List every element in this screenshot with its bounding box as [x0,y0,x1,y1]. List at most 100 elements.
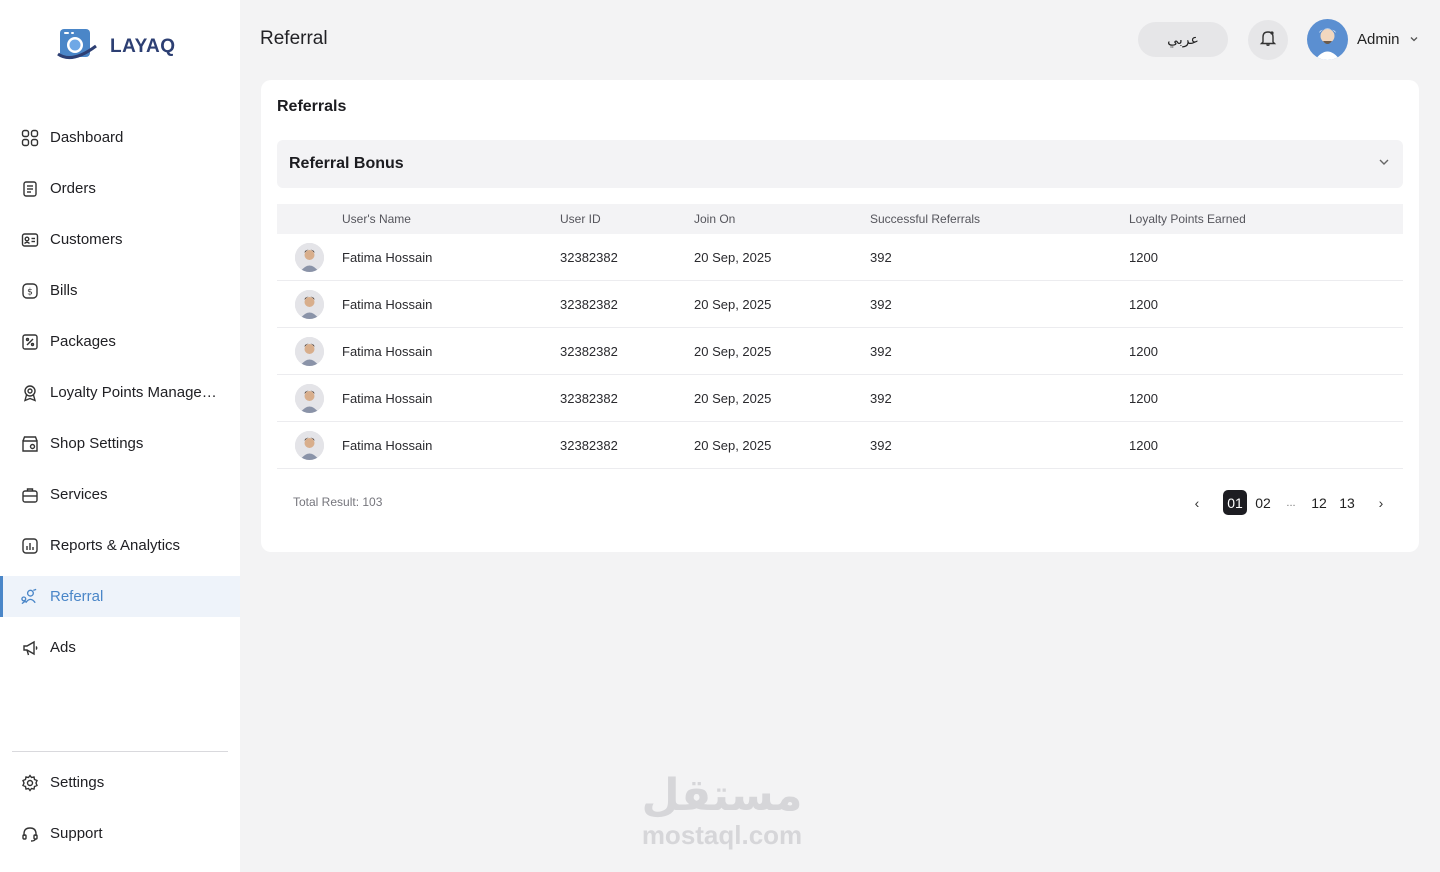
user-name-cell: Fatima Hossain [342,390,433,406]
sidebar-item-label: Orders [50,180,96,197]
user-name-cell: Fatima Hossain [342,249,433,265]
sidebar-item-packages[interactable]: Packages [0,321,240,362]
points-cell: 1200 [1129,343,1158,359]
column-header: Successful Referrals [870,212,981,226]
table-row[interactable]: Fatima Hossain 32382382 20 Sep, 2025 392… [277,375,1403,422]
join-date-cell: 20 Sep, 2025 [694,390,772,406]
headset-icon [20,824,39,843]
page-button-active[interactable]: 01 [1223,490,1247,515]
avatar [295,430,324,460]
sidebar-item-orders[interactable]: Orders [0,168,240,209]
sidebar-item-label: Customers [50,231,123,248]
brand-name: LAYAQ [110,35,176,57]
points-cell: 1200 [1129,296,1158,312]
user-menu[interactable]: Admin [1307,19,1419,60]
user-name-cell: Fatima Hossain [342,296,433,312]
avatar-cell [277,430,342,460]
sidebar-item-support[interactable]: Support [0,813,240,854]
sidebar-item-label: Settings [50,774,105,791]
sidebar-item-referral[interactable]: Referral [0,576,240,617]
avatar-cell [277,336,342,366]
referrals-card: Referrals Referral Bonus User's Name Use… [261,80,1419,552]
sidebar-item-loyalty-points[interactable]: Loyalty Points Management [0,372,240,413]
avatar [295,383,324,413]
sidebar-item-label: Reports & Analytics [50,537,181,554]
sidebar-item-dashboard[interactable]: Dashboard [0,117,240,158]
card-title: Referrals [277,98,347,115]
table-row[interactable]: Fatima Hossain 32382382 20 Sep, 2025 392… [277,281,1403,328]
join-date-cell: 20 Sep, 2025 [694,343,772,359]
prev-page-button[interactable]: ‹ [1185,490,1209,515]
watermark: مستقل mostaql.com [632,770,812,848]
sidebar-item-bills[interactable]: $ Bills [0,270,240,311]
reports-icon [20,536,39,555]
sidebar: LAYAQ Dashboard Orders Customers $ Bills… [0,0,240,872]
avatar-cell [277,289,342,319]
avatar [1307,19,1348,60]
packages-icon [20,332,39,351]
points-cell: 1200 [1129,249,1158,265]
sidebar-nav: Dashboard Orders Customers $ Bills Packa… [0,117,240,678]
column-header: Loyalty Points Earned [1129,212,1246,226]
user-id-cell: 32382382 [560,437,618,453]
user-name: Admin [1357,31,1400,48]
referrals-cell: 392 [870,296,892,312]
avatar-cell [277,383,342,413]
bell-icon [1259,29,1277,52]
dashboard-icon [20,128,39,147]
table-row[interactable]: Fatima Hossain 32382382 20 Sep, 2025 392… [277,234,1403,281]
language-toggle-button[interactable]: عربي [1138,22,1228,57]
notifications-button[interactable] [1248,20,1288,60]
next-page-button[interactable]: › [1369,490,1393,515]
referrals-cell: 392 [870,343,892,359]
pagination: ‹ 01 02 ... 12 13 › [1181,490,1393,515]
column-header: User ID [560,212,601,226]
sidebar-item-label: Services [50,486,108,503]
total-result: Total Result: 103 [293,495,383,509]
page-title: Referral [260,28,328,49]
pager-spacer [1213,490,1219,515]
logo[interactable]: LAYAQ [56,26,176,67]
sidebar-item-services[interactable]: Services [0,474,240,515]
megaphone-icon [20,638,39,657]
points-cell: 1200 [1129,437,1158,453]
page-button[interactable]: 13 [1335,490,1359,515]
sidebar-item-shop-settings[interactable]: Shop Settings [0,423,240,464]
page-button[interactable]: 12 [1307,490,1331,515]
page-button[interactable]: 02 [1251,490,1275,515]
referrals-cell: 392 [870,390,892,406]
referral-bonus-accordion[interactable]: Referral Bonus [277,140,1403,188]
sidebar-item-label: Packages [50,333,116,350]
sidebar-divider [12,751,228,752]
column-header: Join On [694,212,736,226]
referrals-cell: 392 [870,249,892,265]
sidebar-item-customers[interactable]: Customers [0,219,240,260]
sidebar-item-reports[interactable]: Reports & Analytics [0,525,240,566]
gear-icon [20,773,39,792]
sidebar-item-label: Ads [50,639,76,656]
referrals-table: User's Name User ID Join On Successful R… [277,204,1403,469]
column-header: User's Name [342,212,411,226]
watermark-arabic: مستقل [641,770,803,821]
table-row[interactable]: Fatima Hossain 32382382 20 Sep, 2025 392… [277,422,1403,469]
shop-icon [20,434,39,453]
referral-icon [20,587,39,606]
avatar [295,336,324,366]
user-name-cell: Fatima Hossain [342,437,433,453]
points-cell: 1200 [1129,390,1158,406]
table-row[interactable]: Fatima Hossain 32382382 20 Sep, 2025 392… [277,328,1403,375]
sidebar-item-ads[interactable]: Ads [0,627,240,668]
user-name-cell: Fatima Hossain [342,343,433,359]
page-ellipsis: ... [1286,496,1296,509]
sidebar-item-label: Referral [50,588,104,605]
user-id-cell: 32382382 [560,343,618,359]
chevron-down-icon [1377,155,1391,174]
customers-icon [20,230,39,249]
accordion-title: Referral Bonus [289,155,404,172]
chevron-down-icon [1409,31,1419,49]
table-header: User's Name User ID Join On Successful R… [277,204,1403,234]
orders-icon [20,179,39,198]
sidebar-item-settings[interactable]: Settings [0,762,240,803]
user-id-cell: 32382382 [560,249,618,265]
avatar [295,289,324,319]
